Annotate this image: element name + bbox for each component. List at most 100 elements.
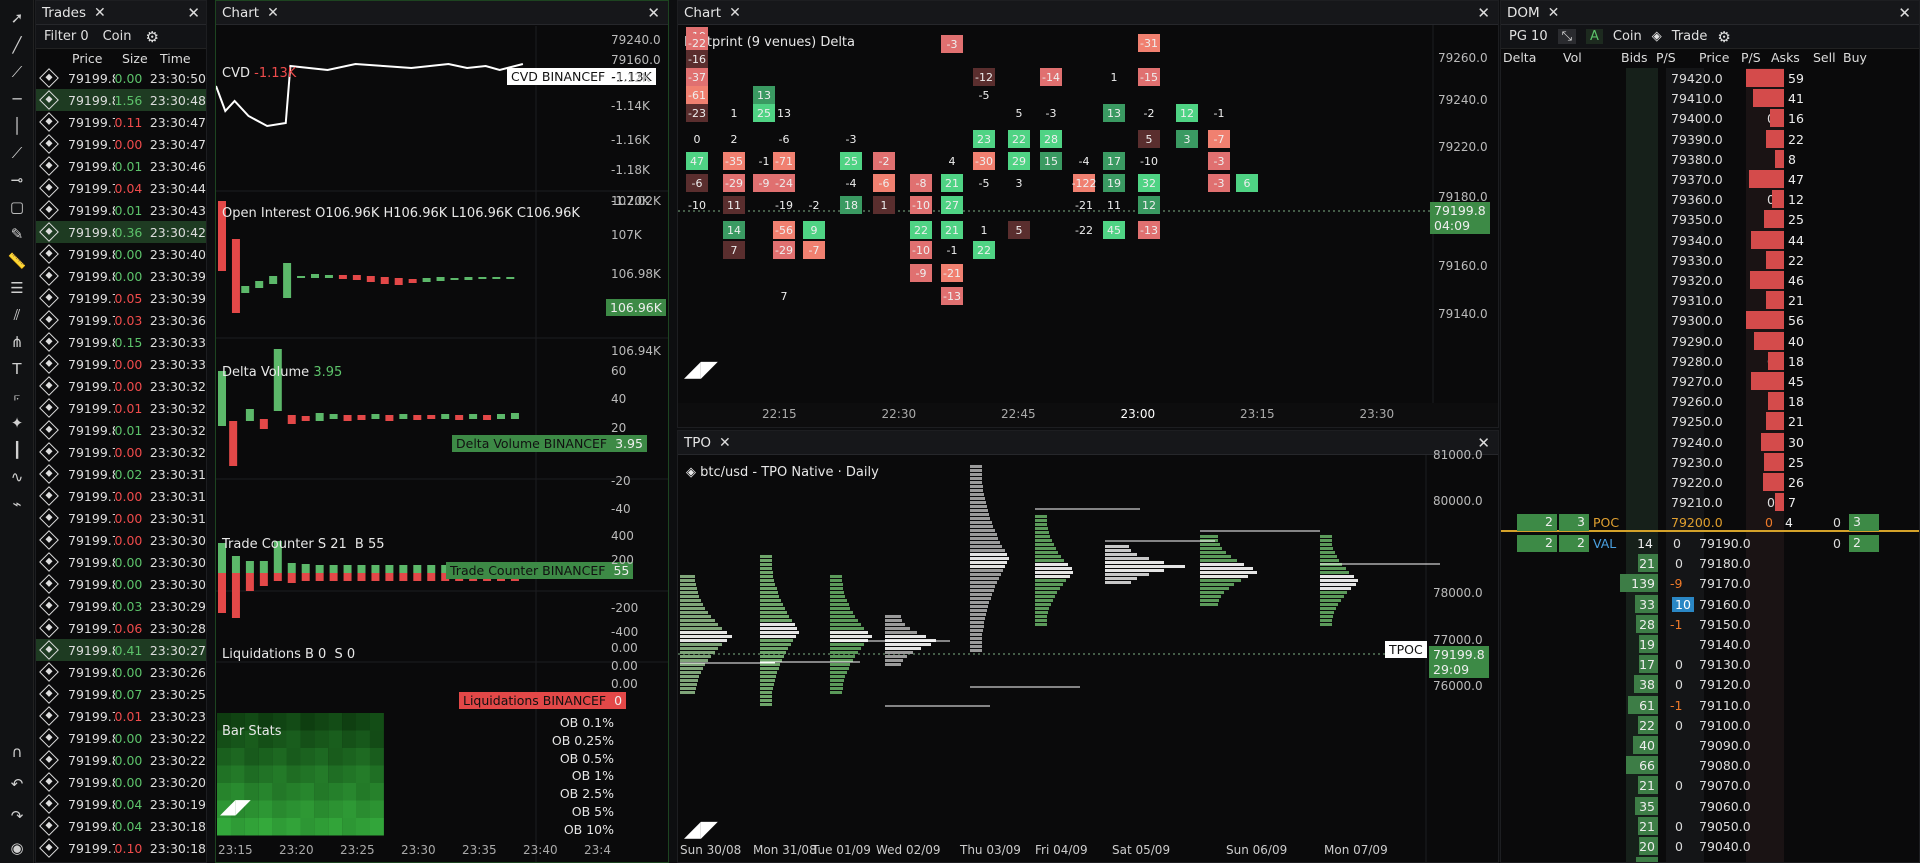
trade-row[interactable]: 79199.70.00 23:30:31 bbox=[36, 507, 206, 529]
dom-ask-row[interactable]: 79400.0016 bbox=[1501, 108, 1919, 128]
trade-row[interactable]: 79199.80.41 23:30:27 bbox=[36, 639, 206, 661]
coin-button[interactable]: Coin bbox=[103, 29, 132, 44]
dom-ask-row[interactable]: 79280.0018 bbox=[1501, 351, 1919, 371]
signal-icon[interactable]: ⌁ bbox=[0, 490, 34, 517]
trade-row[interactable]: 79199.70.00 23:30:47 bbox=[36, 133, 206, 155]
close-icon[interactable]: ✕ bbox=[94, 5, 106, 21]
vline-icon[interactable]: │ bbox=[0, 112, 34, 139]
gann-icon[interactable]: ✦ bbox=[0, 409, 34, 436]
trade-row[interactable]: 79199.70.06 23:30:28 bbox=[36, 617, 206, 639]
trade-row[interactable]: 79199.80.00 23:30:39 bbox=[36, 265, 206, 287]
channel-icon[interactable]: ⫽ bbox=[0, 301, 34, 328]
trend-icon[interactable]: ⟋ bbox=[0, 139, 34, 166]
rect-icon[interactable]: ▢ bbox=[0, 193, 34, 220]
trade-row[interactable]: 79199.80.03 23:30:29 bbox=[36, 595, 206, 617]
measure-icon[interactable]: ⟔ bbox=[0, 382, 34, 409]
close-icon[interactable]: ✕ bbox=[729, 5, 741, 21]
dom-ask-row[interactable]: 79420.0 59 bbox=[1501, 68, 1919, 88]
trade-row[interactable]: 79199.70.00 23:30:31 bbox=[36, 485, 206, 507]
close-panel-icon[interactable]: ✕ bbox=[187, 4, 200, 22]
trade-row[interactable]: 79199.70.04 23:30:44 bbox=[36, 177, 206, 199]
dom-ask-row[interactable]: 79380.0 8 bbox=[1501, 149, 1919, 169]
dom-bid-row[interactable]: 19 79140.0 bbox=[1501, 634, 1919, 654]
pitchfork-icon[interactable]: ⋔ bbox=[0, 328, 34, 355]
dom-bid-row[interactable]: 61 -1 79110.0 bbox=[1501, 695, 1919, 715]
dom-ask-row[interactable]: 79320.0 46 bbox=[1501, 270, 1919, 290]
magnet-icon[interactable]: ∩ bbox=[0, 738, 34, 765]
dom-ask-row[interactable]: 79230.0025 bbox=[1501, 452, 1919, 472]
trade-row[interactable]: 79199.80.00 23:30:40 bbox=[36, 243, 206, 265]
trade-row[interactable]: 79199.80.04 23:30:18 bbox=[36, 815, 206, 837]
gear-icon[interactable]: ⚙ bbox=[1717, 28, 1730, 46]
dom-ask-row[interactable]: 79250.0 21 bbox=[1501, 411, 1919, 431]
dom-ask-row[interactable]: 79210.0 0 7 bbox=[1501, 492, 1919, 512]
dom-bid-row[interactable]: 35 79060.0 bbox=[1501, 796, 1919, 816]
close-icon[interactable]: ✕ bbox=[267, 5, 279, 21]
dom-ask-row[interactable]: 79340.0 44 bbox=[1501, 230, 1919, 250]
dom-ask-row[interactable]: 79390.0 22 bbox=[1501, 129, 1919, 149]
dom-ask-row[interactable]: 79260.0 18 bbox=[1501, 391, 1919, 411]
dom-bid-row[interactable]: 28 0 79030.0 bbox=[1501, 856, 1919, 862]
tab-chart-footprint[interactable]: Chart bbox=[684, 5, 721, 21]
dom-ask-row[interactable]: 79300.0-456 bbox=[1501, 310, 1919, 330]
dom-bid-row[interactable]: 38 0 79120.0 bbox=[1501, 674, 1919, 694]
trade-button[interactable]: Trade bbox=[1672, 29, 1708, 44]
coin-button[interactable]: Coin bbox=[1613, 29, 1642, 44]
tpo-chart[interactable] bbox=[678, 455, 1499, 863]
dom-bid-row[interactable]: 139 -9 79170.0 bbox=[1501, 573, 1919, 593]
dom-ask-row[interactable]: 79240.0230 bbox=[1501, 432, 1919, 452]
candle-icon[interactable]: ┃ bbox=[0, 436, 34, 463]
dom-ask-row[interactable]: 79370.0 47 bbox=[1501, 169, 1919, 189]
trade-row[interactable]: 79199.70.00 23:30:32 bbox=[36, 375, 206, 397]
tab-trades[interactable]: Trades bbox=[42, 5, 86, 21]
pg-button[interactable]: PG 10 bbox=[1509, 29, 1548, 44]
trade-row[interactable]: 79199.81.56 23:30:48 bbox=[36, 89, 206, 111]
redo-icon[interactable]: ↷ bbox=[0, 802, 34, 829]
hline-icon[interactable]: ─ bbox=[0, 85, 34, 112]
trade-row[interactable]: 79199.80.00 23:30:30 bbox=[36, 551, 206, 573]
trade-row[interactable]: 79199.80.07 23:30:25 bbox=[36, 683, 206, 705]
trade-row[interactable]: 79199.70.00 23:30:30 bbox=[36, 529, 206, 551]
trade-row[interactable]: 79199.70.10 23:30:18 bbox=[36, 837, 206, 859]
cursor-icon[interactable]: ➚ bbox=[0, 4, 34, 31]
ruler-icon[interactable]: 📏 bbox=[0, 247, 34, 274]
trade-row[interactable]: 79199.80.01 23:30:32 bbox=[36, 419, 206, 441]
tab-tpo[interactable]: TPO bbox=[684, 435, 711, 451]
dom-bid-row[interactable]: 21 0 79050.0 bbox=[1501, 816, 1919, 836]
trade-row[interactable]: 79199.80.01 23:30:46 bbox=[36, 155, 206, 177]
close-panel-icon[interactable]: ✕ bbox=[647, 4, 660, 22]
trade-row[interactable]: 79199.70.00 23:30:32 bbox=[36, 441, 206, 463]
trade-row[interactable]: 79199.80.01 23:30:43 bbox=[36, 199, 206, 221]
dom-ask-row[interactable]: 79220.0126 bbox=[1501, 472, 1919, 492]
a-button[interactable]: A bbox=[1586, 29, 1603, 44]
dom-bid-row[interactable]: 17 0 79130.0 bbox=[1501, 654, 1919, 674]
undo-icon[interactable]: ↶ bbox=[0, 770, 34, 797]
dom-val-row[interactable]: 2 2 VAL 14 0 79190.0 0 2 bbox=[1501, 533, 1919, 553]
dom-bid-row[interactable]: 21 0 79070.0 bbox=[1501, 775, 1919, 795]
ray-icon[interactable]: ⟋ bbox=[0, 58, 34, 85]
dom-bid-row[interactable]: 33 10 79160.0 bbox=[1501, 594, 1919, 614]
wave-icon[interactable]: ∿ bbox=[0, 463, 34, 490]
trade-row[interactable]: 79199.80.00 23:30:26 bbox=[36, 661, 206, 683]
dom-ask-row[interactable]: 79350.0 25 bbox=[1501, 209, 1919, 229]
trade-row[interactable]: 79199.70.01 23:30:23 bbox=[36, 705, 206, 727]
close-panel-icon[interactable]: ✕ bbox=[1477, 4, 1490, 22]
trade-row[interactable]: 79199.70.03 23:30:36 bbox=[36, 309, 206, 331]
dom-poc-row[interactable]: 2 3 POC 79200.0 0 4 0 3 bbox=[1501, 512, 1919, 533]
brush-icon[interactable]: ✎ bbox=[0, 220, 34, 247]
trade-row[interactable]: 79199.70.11 23:30:47 bbox=[36, 111, 206, 133]
dom-bid-row[interactable]: 66 79080.0 bbox=[1501, 755, 1919, 775]
gear-icon[interactable]: ⚙ bbox=[146, 28, 159, 46]
dom-ask-row[interactable]: 79410.0-141 bbox=[1501, 88, 1919, 108]
dom-ask-row[interactable]: 79310.0 21 bbox=[1501, 290, 1919, 310]
line-icon[interactable]: ╱ bbox=[0, 31, 34, 58]
hray-icon[interactable]: ⊸ bbox=[0, 166, 34, 193]
close-icon[interactable]: ✕ bbox=[719, 435, 731, 451]
dom-bid-row[interactable]: 21 0 79180.0 bbox=[1501, 553, 1919, 573]
dom-bid-row[interactable]: 20 0 79040.0 bbox=[1501, 836, 1919, 856]
eye-icon[interactable]: ◉ bbox=[0, 834, 34, 861]
trade-row[interactable]: 79199.80.00 23:30:22 bbox=[36, 727, 206, 749]
trade-row[interactable]: 79199.70.00 23:30:33 bbox=[36, 353, 206, 375]
footprint-chart[interactable]: -19-22-16-37-61-23047-6-1012-35-29111472… bbox=[678, 25, 1499, 428]
diamond-icon[interactable]: ◈ bbox=[1652, 29, 1662, 44]
